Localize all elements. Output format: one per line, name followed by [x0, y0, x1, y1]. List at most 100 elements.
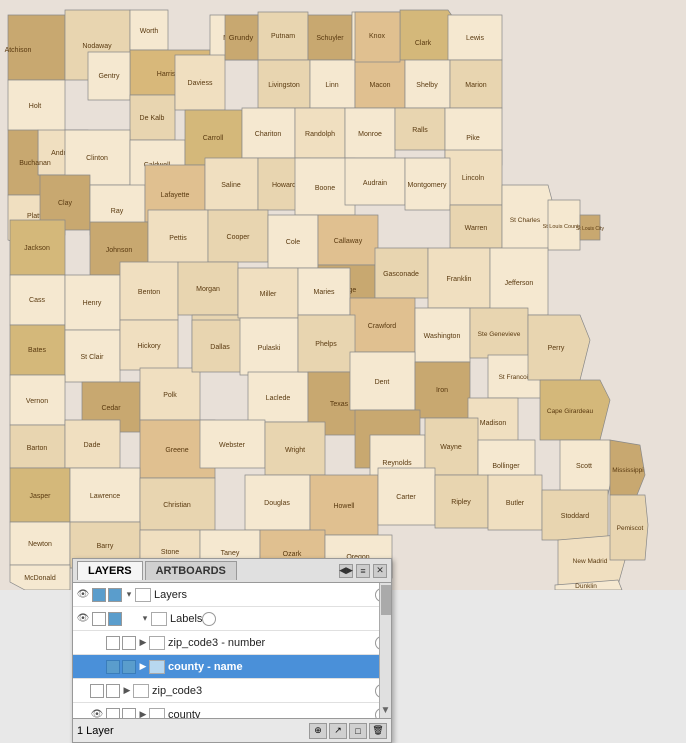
- svg-text:Morgan: Morgan: [196, 286, 220, 293]
- svg-text:New Madrid: New Madrid: [573, 558, 608, 565]
- svg-text:Audrain: Audrain: [363, 180, 387, 187]
- svg-text:Shelby: Shelby: [416, 82, 438, 89]
- svg-text:Cole: Cole: [286, 239, 301, 246]
- collect-in-layer-button[interactable]: □: [349, 723, 367, 739]
- svg-text:Callaway: Callaway: [334, 238, 363, 245]
- svg-text:Lafayette: Lafayette: [161, 192, 190, 199]
- layer-count-label: 1 Layer: [77, 725, 307, 737]
- expand-icon-county-name[interactable]: ▶: [137, 661, 149, 673]
- panel-header: LAYERS ARTBOARDS ◀▶ ≡ ✕: [73, 559, 391, 583]
- svg-text:Jackson: Jackson: [24, 245, 50, 252]
- svg-text:Cooper: Cooper: [227, 234, 251, 241]
- svg-text:Gentry: Gentry: [98, 73, 120, 80]
- svg-text:Howard: Howard: [272, 182, 296, 189]
- layer-target-labels[interactable]: [202, 612, 216, 626]
- move-to-layer-button[interactable]: ↗: [329, 723, 347, 739]
- svg-text:Ray: Ray: [111, 208, 124, 215]
- expand-icon-labels[interactable]: ▾: [139, 613, 151, 625]
- visibility-icon-layers[interactable]: 👁: [75, 587, 91, 603]
- color-swatch-zip3-2: [106, 684, 120, 698]
- svg-text:Ralls: Ralls: [412, 127, 428, 134]
- color-swatch-labels-2: [108, 612, 122, 626]
- color-swatch-county-name: [106, 660, 120, 674]
- layer-name-layers: Layers: [154, 589, 375, 601]
- svg-text:Clark: Clark: [415, 40, 432, 47]
- svg-text:Stoddard: Stoddard: [561, 513, 590, 520]
- svg-text:Lincoln: Lincoln: [462, 175, 484, 182]
- layer-row-layers[interactable]: 👁 ▾ Layers: [73, 583, 391, 607]
- svg-text:Bollinger: Bollinger: [492, 463, 520, 470]
- layer-row-labels[interactable]: 👁 ▾ Labels: [73, 607, 391, 631]
- expand-icon-county[interactable]: ▶: [137, 709, 149, 719]
- panel-menu-button[interactable]: ≡: [356, 564, 370, 578]
- color-swatch-zip3num-2: [122, 636, 136, 650]
- svg-text:Bates: Bates: [28, 347, 46, 354]
- svg-text:Franklin: Franklin: [447, 276, 472, 283]
- visibility-icon-county[interactable]: 👁: [89, 707, 105, 719]
- layer-type-icon-county-name: [149, 660, 165, 674]
- layer-type-icon-county: [149, 708, 165, 719]
- layer-row-zip-code3-number[interactable]: ▶ zip_code3 - number: [73, 631, 391, 655]
- svg-text:Crawford: Crawford: [368, 323, 397, 330]
- svg-text:Knox: Knox: [369, 33, 385, 40]
- svg-text:Polk: Polk: [163, 392, 177, 399]
- svg-text:Christian: Christian: [163, 502, 191, 509]
- panel-tabs: LAYERS ARTBOARDS: [77, 561, 339, 580]
- layer-type-icon-layers: [135, 588, 151, 602]
- svg-text:Cape Girardeau: Cape Girardeau: [547, 408, 594, 415]
- delete-layer-button[interactable]: 🗑: [369, 723, 387, 739]
- svg-text:Montgomery: Montgomery: [408, 182, 447, 189]
- layer-name-zip3: zip_code3: [152, 685, 375, 697]
- svg-text:Phelps: Phelps: [315, 341, 337, 348]
- scroll-bar[interactable]: ▼: [379, 583, 391, 718]
- color-swatch-layers-2: [108, 588, 122, 602]
- layer-type-icon-zip3: [133, 684, 149, 698]
- svg-text:Dade: Dade: [84, 442, 101, 449]
- layer-row-county-name[interactable]: ▶ county - name: [73, 655, 391, 679]
- color-swatch-county-2: [122, 708, 136, 719]
- svg-text:Butler: Butler: [506, 500, 525, 507]
- svg-text:McDonald: McDonald: [24, 575, 56, 582]
- svg-text:Saline: Saline: [221, 182, 241, 189]
- svg-text:Holt: Holt: [29, 103, 42, 110]
- svg-text:Webster: Webster: [219, 442, 246, 449]
- svg-text:Clay: Clay: [58, 200, 73, 207]
- layers-panel: LAYERS ARTBOARDS ◀▶ ≡ ✕ 👁 ▾ Layers 👁: [72, 558, 392, 743]
- svg-text:Washington: Washington: [424, 333, 461, 340]
- panel-close-button[interactable]: ✕: [373, 564, 387, 578]
- svg-text:Linn: Linn: [325, 82, 338, 89]
- svg-text:Wright: Wright: [285, 447, 305, 454]
- svg-text:Howell: Howell: [333, 503, 354, 510]
- make-layer-button[interactable]: ⊕: [309, 723, 327, 739]
- svg-text:Worth: Worth: [140, 28, 159, 35]
- svg-text:Madison: Madison: [480, 420, 507, 427]
- panel-collapse-button[interactable]: ◀▶: [339, 564, 353, 578]
- tab-artboards[interactable]: ARTBOARDS: [145, 561, 237, 580]
- scroll-thumb[interactable]: [381, 585, 391, 615]
- svg-text:Marion: Marion: [465, 82, 487, 89]
- svg-text:Miller: Miller: [260, 291, 277, 298]
- expand-icon-zip3[interactable]: ▶: [121, 685, 133, 697]
- expand-icon-layers[interactable]: ▾: [123, 589, 135, 601]
- color-swatch-zip3: [90, 684, 104, 698]
- svg-text:Carroll: Carroll: [203, 135, 224, 142]
- svg-text:Texas: Texas: [330, 401, 349, 408]
- tab-layers[interactable]: LAYERS: [77, 561, 143, 580]
- svg-text:Monroe: Monroe: [358, 131, 382, 138]
- svg-text:Barton: Barton: [27, 445, 48, 452]
- svg-text:Nodaway: Nodaway: [82, 43, 112, 50]
- svg-text:Mississippi: Mississippi: [612, 467, 643, 474]
- svg-text:Pettis: Pettis: [169, 235, 187, 242]
- svg-text:Gasconade: Gasconade: [383, 271, 419, 278]
- svg-text:Johnson: Johnson: [106, 247, 133, 254]
- svg-text:Cedar: Cedar: [101, 405, 121, 412]
- color-swatch-labels: [92, 612, 106, 626]
- svg-text:Chariton: Chariton: [255, 131, 282, 138]
- color-swatch-zip3num: [106, 636, 120, 650]
- expand-icon-zip3num[interactable]: ▶: [137, 637, 149, 649]
- svg-text:Greene: Greene: [165, 447, 188, 454]
- layer-row-zip-code3[interactable]: ▶ zip_code3: [73, 679, 391, 703]
- visibility-icon-labels[interactable]: 👁: [75, 611, 91, 627]
- layer-type-icon-labels: [151, 612, 167, 626]
- layer-row-county[interactable]: 👁 ▶ county: [73, 703, 391, 718]
